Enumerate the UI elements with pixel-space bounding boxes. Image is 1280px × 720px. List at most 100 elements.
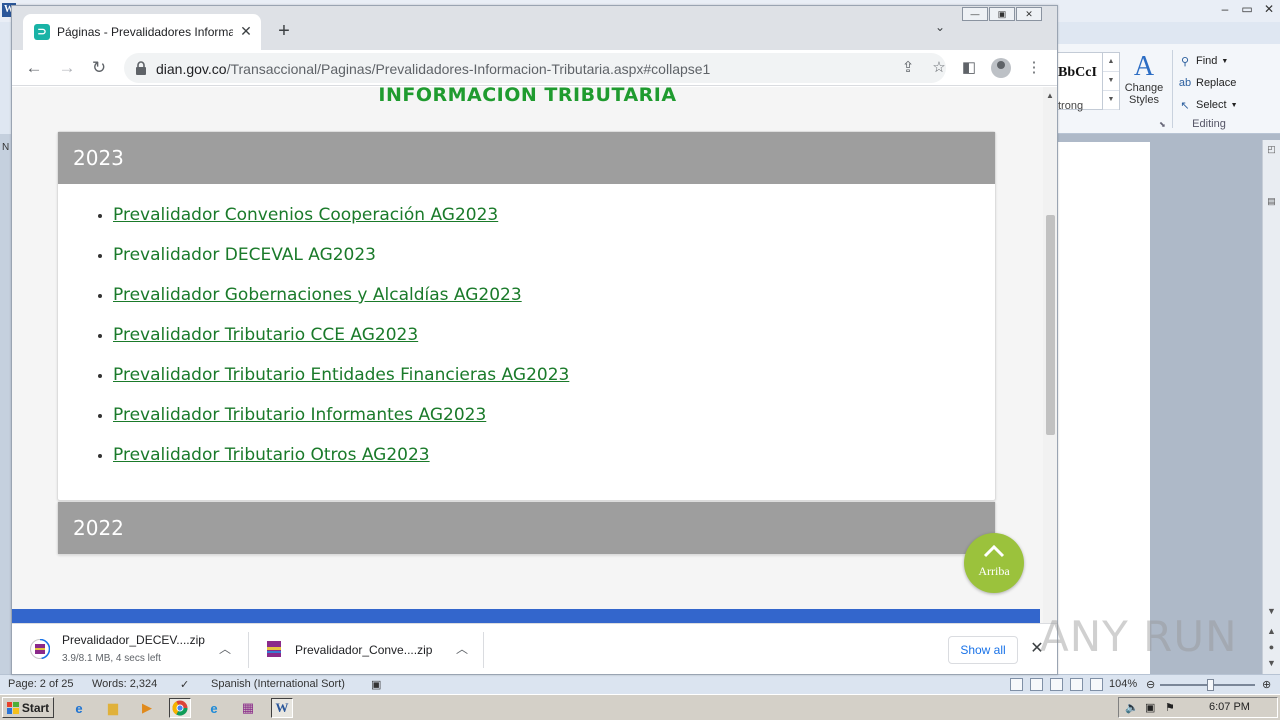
list-item: Prevalidador Tributario CCE AG2023 [113,322,995,362]
side-panel-icon[interactable]: ◧ [957,56,981,80]
print-layout-icon[interactable] [1010,678,1023,691]
close-tab-icon[interactable]: ✕ [237,22,255,40]
outline-icon[interactable] [1070,678,1083,691]
flag-icon[interactable]: ⚑ [1165,701,1175,714]
word-vertical-scrollbar[interactable]: ◰ ▤ ▼ ▲ ● ▼ [1262,140,1280,674]
styles-scroll[interactable]: ▲ ▼ ▼ [1102,53,1119,110]
replace-label: Replace [1196,77,1237,89]
kebab-menu-icon[interactable]: ⋮ [1022,56,1046,80]
find-button[interactable]: ⚲ Find ▼ [1178,50,1270,72]
draft-icon[interactable] [1090,678,1103,691]
prevalidador-link[interactable]: Prevalidador Tributario Informantes AG20… [113,405,486,425]
prevalidador-link[interactable]: Prevalidador Convenios Cooperación AG202… [113,205,498,225]
bookmark-star-icon[interactable]: ☆ [930,59,948,77]
list-item: Prevalidador DECEVAL AG2023 [113,242,995,282]
replace-button[interactable]: ab Replace [1178,72,1270,94]
restore-icon[interactable]: ▣ [989,7,1015,21]
next-page-icon[interactable]: ▼ [1263,658,1280,668]
start-button[interactable]: Start [2,697,54,718]
scroll-up-icon[interactable]: ▲ [1045,91,1055,100]
zoom-in-icon[interactable]: ⊕ [1262,678,1271,691]
prevalidador-link[interactable]: Prevalidador Tributario Otros AG2023 [113,445,430,465]
chrome-window-controls: — ▣ ✕ [962,7,1042,21]
zoom-level[interactable]: 104% [1109,678,1137,690]
tab-search-icon[interactable]: ⌄ [930,20,950,40]
prevalidador-link[interactable]: Prevalidador Tributario Entidades Financ… [113,365,569,385]
proofing-icon[interactable]: ✓ [180,678,189,691]
language-indicator[interactable]: Spanish (International Sort) [211,678,345,690]
more-icon[interactable]: ▼ [1103,91,1119,110]
word-page[interactable] [1058,142,1150,682]
close-icon[interactable]: ✕ [1016,7,1042,21]
styles-dialog-launcher-icon[interactable]: ⬊ [1159,120,1166,129]
prevalidador-link[interactable]: Prevalidador DECEVAL AG2023 [113,245,376,265]
accordion-panel-2022: 2022 [57,501,996,555]
view-ruler-icon[interactable]: ▤ [1263,196,1280,207]
zoom-out-icon[interactable]: ⊖ [1146,678,1155,691]
chevron-up-icon[interactable]: ︿ [453,640,471,658]
media-player-icon[interactable]: ▶ [136,698,158,718]
show-all-downloads-button[interactable]: Show all [948,636,1018,664]
url-text[interactable]: dian.gov.co/Transaccional/Paginas/Preval… [156,61,710,77]
chrome-taskbar-icon[interactable] [169,698,191,718]
cursor-icon: ↖ [1180,99,1190,112]
accordion-panel-2023: 2023 Prevalidador Convenios Cooperación … [57,131,996,501]
minimize-icon[interactable]: — [962,7,988,21]
scroll-thumb[interactable] [1046,215,1055,435]
close-icon[interactable]: ✕ [1258,0,1280,20]
zoom-slider-thumb[interactable] [1207,679,1214,691]
winrar-icon[interactable]: ▦ [237,698,259,718]
edge-icon[interactable]: e [203,698,225,718]
clock[interactable]: 6:07 PM [1209,701,1250,713]
prevalidador-link[interactable]: Prevalidador Gobernaciones y Alcaldías A… [113,285,522,305]
volume-icon[interactable]: 🔈 [1125,701,1139,714]
address-bar[interactable]: dian.gov.co/Transaccional/Paginas/Preval… [124,53,946,83]
network-icon[interactable]: ▣ [1145,701,1155,714]
browser-tab[interactable]: ⊃ Páginas - Prevalidadores Informacion ✕ [23,14,261,50]
download-item[interactable]: Prevalidador_Conve....zip ︿ [249,624,483,674]
quick-styles-gallery[interactable]: BbCcI trong ▲ ▼ ▼ [1058,52,1120,112]
new-tab-button[interactable]: + [272,20,296,44]
change-styles-button[interactable]: A Change Styles [1124,52,1164,107]
prevalidador-link[interactable]: Prevalidador Tributario CCE AG2023 [113,325,418,345]
url-host: dian.gov.co [156,61,227,77]
accordion-header-2023[interactable]: 2023 [58,132,995,184]
ruler-toggle-icon[interactable]: ◰ [1263,144,1280,155]
accordion-header-2022[interactable]: 2022 [58,502,995,554]
page-scrollbar[interactable]: ▲ [1043,87,1057,623]
forward-icon[interactable]: → [55,56,79,80]
chevron-down-icon[interactable]: ▼ [1103,72,1119,91]
browse-object-icon[interactable]: ● [1263,642,1280,652]
full-screen-reading-icon[interactable] [1030,678,1043,691]
share-icon[interactable]: ⇪ [899,59,917,77]
lock-icon[interactable] [134,60,148,76]
minimize-icon[interactable]: – [1214,0,1236,20]
page-title: INFORMACION TRIBUTARIA [378,87,677,106]
binoculars-icon: ⚲ [1180,55,1190,68]
internet-explorer-icon[interactable]: e [68,698,90,718]
styles-preview-label: trong [1058,100,1084,112]
chevron-up-icon[interactable]: ︿ [216,640,234,658]
download-item[interactable]: Prevalidador_DECEV....zip 3.9/8.1 MB, 4 … [12,624,248,674]
list-item: Prevalidador Tributario Otros AG2023 [113,442,995,482]
scroll-down-icon[interactable]: ▼ [1263,606,1280,616]
page-count[interactable]: Page: 2 of 25 [8,678,73,690]
word-taskbar-icon[interactable]: W [271,698,293,718]
back-to-top-button[interactable]: Arriba [964,533,1024,593]
accordion-body-2023: Prevalidador Convenios Cooperación AG202… [58,184,995,500]
url-path: /Transaccional/Paginas/Prevalidadores-In… [226,61,711,77]
select-button[interactable]: ↖ Select ▼ [1178,94,1270,116]
file-explorer-icon[interactable]: ▆ [102,698,124,718]
download-filename: Prevalidador_Conve....zip [295,643,433,657]
profile-avatar-icon[interactable] [991,58,1011,78]
reload-icon[interactable]: ↻ [87,56,111,80]
word-count[interactable]: Words: 2,324 [92,678,157,690]
restore-icon[interactable]: ▭ [1236,0,1258,20]
macro-icon[interactable]: ▣ [371,678,381,691]
word-document-area [1058,134,1280,682]
chevron-up-icon[interactable]: ▲ [1103,53,1119,72]
previous-page-icon[interactable]: ▲ [1263,626,1280,636]
back-icon[interactable]: ← [22,56,46,80]
web-layout-icon[interactable] [1050,678,1063,691]
back-to-top-label: Arriba [978,564,1010,578]
